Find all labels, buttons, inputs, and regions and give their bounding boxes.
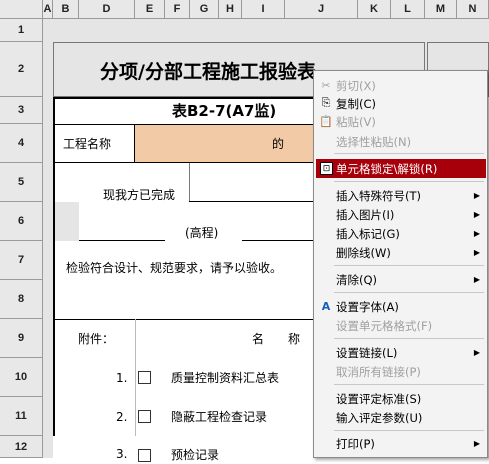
menu-item-set-font[interactable]: A 设置字体(A) — [316, 297, 486, 316]
column-header-n[interactable]: N — [457, 0, 489, 19]
row-header-12[interactable]: 12 — [0, 436, 43, 458]
row-header-7[interactable]: 7 — [0, 241, 43, 280]
menu-item-print[interactable]: 打印(P) ▶ — [316, 434, 486, 453]
item-number-2: 2. — [116, 409, 128, 424]
menu-item-remove-links[interactable]: 取消所有链接(P) — [316, 362, 486, 381]
row6-input-b[interactable] — [242, 202, 313, 241]
row-header-5[interactable]: 5 — [0, 163, 43, 202]
attach-divider — [135, 319, 136, 436]
form-title: 分项/分部工程施工报验表 — [100, 60, 316, 83]
item-number-3: 3. — [116, 447, 128, 461]
row-header-11[interactable]: 11 — [0, 397, 43, 436]
menu-item-clear[interactable]: 清除(Q) ▶ — [316, 270, 486, 289]
column-header-f[interactable]: F — [165, 0, 190, 19]
item-text-2: 隐蔽工程检查记录 — [171, 410, 268, 424]
column-header-l[interactable]: L — [391, 0, 425, 19]
context-menu: ✂ 剪切(X) ⎘ 复制(C) 📋 粘贴(V) 选择性粘贴(N) ⊡ 单元格锁定… — [313, 70, 488, 458]
project-value-cell[interactable] — [135, 124, 315, 163]
name-header: 名 称 — [252, 332, 301, 346]
menu-item-insert-mark[interactable]: 插入标记(G) ▶ — [316, 224, 486, 243]
copy-icon: ⎘ — [321, 96, 331, 109]
item-number-1: 1. — [116, 370, 128, 385]
column-header-m[interactable]: M — [425, 0, 457, 19]
submenu-arrow-icon: ▶ — [473, 275, 480, 284]
row6-gray-cell — [55, 202, 79, 241]
column-header-a[interactable]: A — [43, 0, 53, 19]
submenu-arrow-icon: ▶ — [473, 348, 480, 357]
submenu-arrow-icon: ▶ — [473, 439, 480, 448]
lock-icon: ⊡ — [320, 162, 333, 175]
left-gray-band — [43, 19, 53, 458]
menu-item-cut[interactable]: ✂ 剪切(X) — [316, 76, 486, 95]
inspection-text: 检验符合设计、规范要求，请予以验收。 — [66, 260, 283, 275]
item-checkbox-3[interactable] — [138, 449, 151, 462]
row-header-4[interactable]: 4 — [0, 124, 43, 163]
paste-icon: 📋 — [319, 114, 333, 128]
menu-separator — [334, 153, 484, 154]
submenu-arrow-icon: ▶ — [473, 210, 480, 219]
menu-separator — [334, 265, 484, 266]
item-checkbox-1[interactable] — [138, 371, 151, 384]
column-header-d[interactable]: D — [79, 0, 135, 19]
menu-item-insert-symbol[interactable]: 插入特殊符号(T) ▶ — [316, 186, 486, 205]
row-header-10[interactable]: 10 — [0, 358, 43, 397]
font-icon: A — [321, 299, 331, 313]
item-checkbox-2[interactable] — [138, 410, 151, 423]
menu-separator — [334, 181, 484, 182]
elevation-label: (高程) — [185, 225, 219, 240]
menu-separator — [334, 292, 484, 293]
menu-separator — [334, 430, 484, 431]
item-text-1: 质量控制资料汇总表 — [171, 371, 280, 385]
column-header-e[interactable]: E — [135, 0, 165, 19]
menu-item-insert-image[interactable]: 插入图片(I) ▶ — [316, 205, 486, 224]
menu-item-set-link[interactable]: 设置链接(L) ▶ — [316, 343, 486, 362]
top-gray-band — [43, 19, 489, 42]
column-header-h[interactable]: H — [219, 0, 242, 19]
menu-item-paste-special[interactable]: 选择性粘贴(N) — [316, 132, 486, 151]
column-header-b[interactable]: B — [53, 0, 79, 19]
project-value: 的 — [272, 137, 285, 151]
submenu-arrow-icon: ▶ — [473, 191, 480, 200]
row-header-8[interactable]: 8 — [0, 280, 43, 319]
menu-item-copy[interactable]: ⎘ 复制(C) — [316, 94, 486, 113]
project-label: 工程名称 — [63, 137, 112, 151]
item-text-3: 预检记录 — [171, 447, 220, 462]
form-subtitle: 表B2-7(A7监) — [172, 102, 277, 120]
row-header-3[interactable]: 3 — [0, 97, 43, 124]
attach-label: 附件： — [78, 332, 115, 346]
column-header-j[interactable]: J — [285, 0, 358, 19]
menu-separator — [334, 338, 484, 339]
menu-separator — [334, 384, 484, 385]
row-header-2[interactable]: 2 — [0, 42, 43, 97]
menu-item-set-standard[interactable]: 设置评定标准(S) — [316, 389, 486, 408]
completed-input[interactable] — [189, 163, 313, 202]
row-header-9[interactable]: 9 — [0, 319, 43, 358]
menu-item-cell-format[interactable]: 设置单元格格式(F) — [316, 316, 486, 335]
menu-item-cell-lock[interactable]: ⊡ 单元格锁定\解锁(R) — [316, 159, 486, 178]
scissors-icon: ✂ — [321, 78, 331, 92]
menu-item-paste[interactable]: 📋 粘贴(V) — [316, 112, 486, 131]
menu-item-input-params[interactable]: 输入评定参数(U) — [316, 408, 486, 427]
select-all-corner[interactable] — [0, 0, 43, 19]
row-header-1[interactable]: 1 — [0, 19, 43, 42]
row6-input-a[interactable] — [79, 202, 165, 241]
submenu-arrow-icon: ▶ — [473, 229, 480, 238]
column-header-g[interactable]: G — [190, 0, 219, 19]
column-header-i[interactable]: I — [242, 0, 285, 19]
menu-item-strikethrough[interactable]: 删除线(W) ▶ — [316, 243, 486, 262]
column-header-k[interactable]: K — [358, 0, 391, 19]
row-header-6[interactable]: 6 — [0, 202, 43, 241]
submenu-arrow-icon: ▶ — [473, 248, 480, 257]
